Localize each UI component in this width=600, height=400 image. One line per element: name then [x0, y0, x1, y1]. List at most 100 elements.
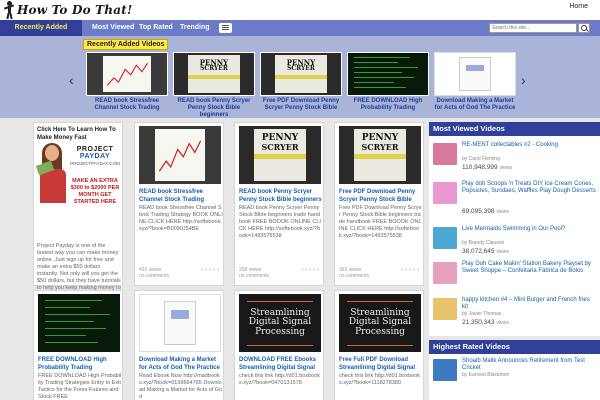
carousel-caption[interactable]: Download Making a Market for Acts of God…	[434, 98, 516, 112]
video-title[interactable]: DOWNLOAD FREE Ebooks Streamlining Digita…	[239, 356, 323, 372]
video-thumbnail[interactable]: PENNY SCRYER	[260, 52, 342, 96]
menu-icon[interactable]	[219, 23, 232, 33]
sidebar-video-item[interactable]: happy kitchen #4 – Mini Burger and Frenc…	[433, 296, 595, 330]
ad-card[interactable]: Click Here To Learn How To Make Money Fa…	[33, 122, 123, 305]
video-thumbnail[interactable]: PENNY SCRYER	[173, 52, 255, 96]
video-stats: 209 views no comments	[239, 267, 270, 279]
carousel-item[interactable]: FREE DOWNLOAD High Probability Trading	[347, 52, 429, 112]
video-thumbnail[interactable]: PENNY SCRYER	[239, 126, 321, 184]
sidebar-video-author: by Earnest Blackmon	[462, 372, 510, 378]
rating-stars-icon[interactable]: ★★★★★	[400, 267, 420, 273]
sidebar-video-author: by Javier Thomas	[462, 311, 502, 317]
carousel-title: Recently Added Videos	[83, 39, 169, 50]
video-thumbnail[interactable]	[433, 227, 457, 249]
carousel-item[interactable]: PENNY SCRYER Free PDF Download Penny Scry…	[260, 52, 342, 112]
video-description: Free PDF Download Penny Scryer Penny Sto…	[339, 205, 422, 239]
video-card: Streamlining Digital Signal Processing D…	[234, 290, 324, 400]
video-card: READ book Stressfree Channel Stock Tradi…	[134, 122, 224, 286]
video-thumbnail[interactable]	[433, 182, 457, 204]
video-description: READ book Penny Scryer Penny Stock Bible…	[239, 205, 321, 239]
most-viewed-heading: Most Viewed Videos	[429, 122, 600, 136]
sidebar-video-title[interactable]: Live Mermaids Swimming in Our Pool?	[462, 226, 597, 233]
rating-stars-icon[interactable]: ★★★★★	[300, 267, 320, 273]
search-icon[interactable]	[578, 23, 590, 33]
video-description: check this link http://d01.boxbooks.xyz/…	[239, 373, 321, 386]
stick-figure-icon	[3, 1, 15, 20]
rating-stars-icon[interactable]: ★★★★★	[200, 267, 220, 273]
carousel-caption[interactable]: Free PDF Download Penny Scryer Penny Sto…	[260, 98, 342, 112]
video-stats: 363 views no comments	[339, 267, 370, 279]
video-description: check this link http://d01.boxbooks.xyz/…	[339, 373, 421, 386]
video-description: FREE DOWNLOAD High Probability Trading S…	[38, 373, 122, 400]
video-grid: Click Here To Learn How To Make Money Fa…	[33, 122, 429, 400]
video-thumbnail[interactable]	[433, 298, 457, 320]
recent-videos-carousel: Recently Added Videos ‹ › READ book Stre…	[0, 36, 600, 118]
video-thumbnail[interactable]	[433, 359, 457, 381]
sidebar-video-title[interactable]: happy kitchen #4 – Mini Burger and Frenc…	[462, 297, 597, 311]
video-title[interactable]: READ book Penny Scryer Penny Stock Bible…	[239, 188, 323, 204]
sidebar: Most Viewed Videos RE-MENT collectables …	[429, 122, 600, 400]
video-description: READ book Stressfree Channel Stock Tradi…	[139, 205, 223, 232]
project-payday-logo[interactable]: PROJECT PAYDAY PROJECTPAYDAY.COM	[69, 146, 121, 167]
video-thumbnail[interactable]	[433, 262, 457, 284]
video-card: Download Making a Market for Acts of God…	[134, 290, 224, 400]
nav-most-viewed[interactable]: Most Viewed	[92, 20, 134, 36]
site-logo[interactable]: How To Do That!	[3, 1, 133, 20]
sidebar-video-author: by Carol Fleming	[462, 156, 500, 162]
video-thumbnail[interactable]	[86, 52, 168, 96]
carousel-item[interactable]: READ book Stressfree Channel Stock Tradi…	[86, 52, 168, 112]
video-title[interactable]: Free Full PDF Download Streamlining Digi…	[339, 356, 423, 372]
video-thumbnail[interactable]	[139, 294, 221, 352]
highest-rated-list: Shoaib Malik Announces Retirement from T…	[429, 354, 600, 400]
nav-recently-added[interactable]: Recently Added	[0, 20, 82, 36]
carousel-prev-icon[interactable]: ‹	[69, 73, 74, 87]
video-thumbnail[interactable]	[434, 52, 516, 96]
home-link[interactable]: Home	[569, 3, 588, 10]
sidebar-video-item[interactable]: Play doh Scoops 'n Treats DIY Ice Cream …	[433, 180, 597, 215]
highest-rated-heading: Highest Rated Videos	[429, 340, 600, 354]
nav-top-rated[interactable]: Top Rated	[139, 20, 173, 36]
site-header: How To Do That! Home	[0, 0, 600, 20]
carousel-caption[interactable]: FREE DOWNLOAD High Probability Trading	[347, 98, 429, 112]
video-stats: 421 views no comments	[139, 267, 170, 279]
sidebar-video-item[interactable]: Play Doh Cake Makin' Station Bakery Play…	[433, 260, 595, 294]
video-card: Streamlining Digital Signal Processing F…	[334, 290, 424, 400]
carousel-item[interactable]: Download Making a Market for Acts of God…	[434, 52, 516, 112]
main-nav: Recently Added Most Viewed Top Rated Tre…	[0, 20, 600, 36]
video-thumbnail[interactable]	[38, 294, 120, 352]
sidebar-video-title[interactable]: RE-MENT collectables #2 - Cooking	[462, 142, 597, 149]
video-title[interactable]: Download Making a Market for Acts of God…	[139, 356, 223, 372]
video-card: FREE DOWNLOAD High Probability Trading F…	[33, 290, 123, 400]
video-title[interactable]: Free PDF Download Penny Scryer Penny Sto…	[339, 188, 423, 204]
ad-title[interactable]: Click Here To Learn How To Make Money Fa…	[37, 126, 123, 142]
video-title[interactable]: READ book Stressfree Channel Stock Tradi…	[139, 188, 223, 204]
carousel-next-icon[interactable]: ›	[521, 73, 526, 87]
search-input[interactable]	[489, 23, 577, 33]
sidebar-video-item[interactable]: RE-MENT collectables #2 - Cooking by Car…	[433, 141, 595, 175]
video-thumbnail[interactable]: PENNY SCRYER	[339, 126, 421, 184]
sidebar-video-title[interactable]: Play doh Scoops 'n Treats DIY Ice Cream …	[462, 181, 597, 195]
sidebar-video-title[interactable]: Shoaib Malik Announces Retirement from T…	[462, 358, 597, 372]
sidebar-video-title[interactable]: Play Doh Cake Makin' Station Bakery Play…	[462, 261, 597, 275]
video-title[interactable]: FREE DOWNLOAD High Probability Trading	[38, 356, 122, 372]
nav-trending[interactable]: Trending	[180, 20, 210, 36]
video-thumbnail[interactable]: Streamlining Digital Signal Processing	[239, 294, 321, 352]
ad-photo[interactable]	[35, 143, 67, 243]
video-description: Read Ebook Now http://madbooks.xyz/?book…	[139, 373, 223, 400]
sidebar-video-item[interactable]: Shoaib Malik Announces Retirement from T…	[433, 357, 595, 391]
sidebar-video-item[interactable]: Live Mermaids Swimming in Our Pool? by B…	[433, 225, 595, 259]
video-card: PENNY SCRYER Free PDF Download Penny Scry…	[334, 122, 424, 286]
video-thumbnail[interactable]: Streamlining Digital Signal Processing	[339, 294, 421, 352]
ad-offer[interactable]: MAKE AN EXTRA $300 to $2000 PER MONTH GE…	[70, 178, 120, 206]
sidebar-video-views: 69,095,398 views	[462, 208, 509, 215]
logo-text: How To Do That!	[17, 3, 133, 17]
carousel-caption[interactable]: READ book Stressfree Channel Stock Tradi…	[86, 98, 168, 112]
video-thumbnail[interactable]	[139, 126, 221, 184]
video-thumbnail[interactable]	[347, 52, 429, 96]
sidebar-video-views: 21,350,343 views	[462, 319, 509, 326]
most-viewed-list: RE-MENT collectables #2 - Cooking by Car…	[429, 136, 600, 336]
carousel-item[interactable]: PENNY SCRYER READ book Penny Scryer Penny…	[173, 52, 255, 119]
carousel-caption[interactable]: READ book Penny Scryer Penny Stock Bible…	[173, 98, 255, 119]
video-thumbnail[interactable]	[433, 143, 457, 165]
sidebar-video-views: 38,072,645 views	[462, 248, 509, 255]
